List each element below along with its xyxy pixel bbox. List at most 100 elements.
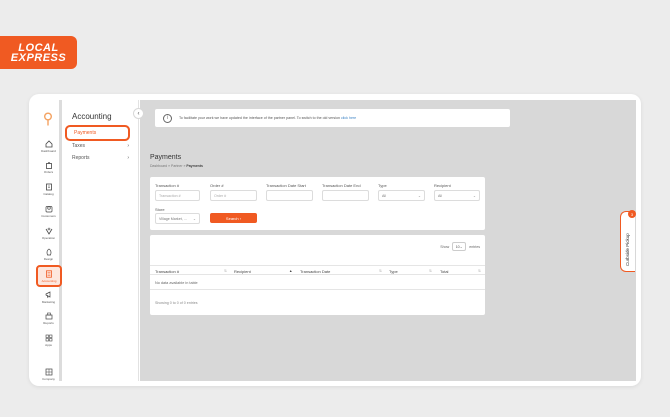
recipient-value: All	[438, 193, 442, 198]
order-label: Order #	[210, 183, 224, 188]
type-value: All	[382, 193, 386, 198]
collapse-sidebar-button[interactable]: ‹	[133, 108, 144, 119]
home-icon	[45, 140, 52, 148]
design-icon	[46, 248, 51, 256]
date-start-label: Transaction Date Start	[266, 183, 306, 188]
curbside-count-badge: 3	[628, 210, 636, 218]
rail-label: Catalog	[43, 192, 54, 196]
breadcrumb-current: Payments	[186, 164, 203, 168]
rail-item-apps[interactable]: Apps	[35, 334, 62, 347]
rail-label: Accounting	[41, 279, 57, 283]
logo-line-2: EXPRESS	[10, 51, 67, 64]
rail-label: Company	[42, 377, 55, 381]
rail-item-dashboard[interactable]: Dashboard	[35, 140, 62, 153]
entries-label: entries	[469, 244, 480, 249]
info-icon: i	[163, 113, 172, 123]
chevron-left-icon: ‹	[137, 110, 140, 117]
chevron-down-icon: ⌄	[417, 193, 421, 198]
submenu-item-payments[interactable]: Payments	[65, 125, 130, 141]
rail-label: Operation	[41, 236, 56, 240]
page-title: Payments	[150, 154, 182, 161]
marketing-icon	[45, 291, 50, 299]
rail-label: Reports	[43, 321, 54, 325]
date-end-label: Transaction Date End	[322, 183, 361, 188]
submenu-label: Taxes	[72, 143, 86, 149]
rail-label: Design	[43, 257, 54, 261]
chevron-right-icon: ›	[238, 215, 242, 221]
chevron-down-icon: ⌄	[192, 216, 196, 221]
sort-icon[interactable]: ⇅	[429, 269, 432, 273]
customers-icon	[45, 206, 52, 213]
transaction-input[interactable]: Transaction #	[155, 190, 200, 201]
accounting-submenu: Accounting Payments Taxes › Reports ›	[62, 100, 139, 381]
reports-icon	[45, 312, 52, 320]
store-select[interactable]: Village Market, ... ⌄	[155, 213, 200, 224]
column-header-date[interactable]: Transaction Date	[300, 269, 330, 274]
brand-logo: LOCAL EXPRESS	[0, 36, 77, 69]
entries-select[interactable]: 10 ⌄	[452, 242, 467, 251]
table-info: Showing 0 to 0 of 0 entries	[155, 301, 198, 305]
type-select[interactable]: All ⌄	[378, 190, 425, 201]
table-header: Transaction # ⇅ Recipient ▲ Transaction …	[150, 265, 485, 275]
rail-item-orders[interactable]: Orders	[35, 161, 62, 174]
recipient-label: Recipient	[434, 183, 451, 188]
show-label: Show	[440, 244, 450, 249]
sort-icon[interactable]: ⇅	[379, 269, 382, 273]
rail-item-company[interactable]: Company	[35, 368, 62, 381]
breadcrumb-path[interactable]: Dashboard » Partner »	[150, 164, 186, 168]
rail-item-design[interactable]: Design	[35, 248, 62, 261]
sort-icon[interactable]: ⇅	[224, 269, 227, 273]
curbside-pickup-tab[interactable]: Curbside Pickup	[620, 211, 635, 272]
page-length-control: Show 10 ⌄ entries	[440, 242, 480, 251]
apps-icon	[45, 334, 52, 342]
store-label: Store	[155, 207, 165, 212]
rail-item-catalog[interactable]: Catalog	[35, 183, 62, 196]
rail-item-reports[interactable]: Reports	[35, 312, 62, 325]
payments-table: Show 10 ⌄ entries Transaction # ⇅ Recipi…	[150, 235, 485, 315]
rail-item-marketing[interactable]: Marketing	[35, 291, 62, 304]
info-banner: i To facilitate your work we have update…	[155, 109, 510, 127]
icon-rail: Dashboard Orders Catalog Customers Opera…	[35, 100, 62, 381]
store-value: Village Market, ...	[159, 216, 187, 221]
filter-card: Transaction # Transaction # Order # Orde…	[150, 177, 485, 230]
column-header-total[interactable]: Total	[440, 269, 448, 274]
banner-text: To facilitate your work we have updated …	[179, 116, 340, 120]
date-end-input[interactable]	[322, 190, 369, 201]
order-input[interactable]: Order #	[210, 190, 257, 201]
sort-icon[interactable]: ⇅	[478, 269, 481, 273]
catalog-icon	[45, 183, 52, 191]
rail-label: Orders	[43, 170, 54, 174]
curbside-label: Curbside Pickup	[625, 233, 630, 266]
chevron-down-icon: ⌄	[472, 193, 476, 198]
type-label: Type	[378, 183, 387, 188]
submenu-label: Reports	[72, 155, 90, 161]
rail-item-customers[interactable]: Customers	[35, 205, 62, 218]
submenu-label: Payments	[74, 130, 97, 136]
recipient-select[interactable]: All ⌄	[434, 190, 480, 201]
chevron-right-icon: ›	[127, 155, 129, 161]
brand-mark-icon	[44, 112, 52, 126]
rail-label: Customers	[41, 214, 56, 218]
bag-icon	[45, 162, 52, 169]
rail-item-operation[interactable]: Operation	[35, 227, 62, 240]
rail-label: Apps	[45, 343, 52, 347]
column-header-recipient[interactable]: Recipient	[234, 269, 251, 274]
company-icon	[45, 368, 52, 376]
date-start-input[interactable]	[266, 190, 313, 201]
operation-icon	[45, 227, 52, 235]
old-version-link[interactable]: click here	[341, 116, 356, 120]
submenu-title: Accounting	[72, 112, 112, 121]
logo-line-1: LOCAL	[18, 41, 59, 54]
submenu-item-taxes[interactable]: Taxes ›	[69, 143, 132, 149]
rail-label: Dashboard	[41, 149, 56, 153]
sort-asc-icon[interactable]: ▲	[289, 269, 292, 273]
chevron-down-icon: ⌄	[459, 244, 463, 249]
rail-item-accounting[interactable]: Accounting	[36, 265, 62, 287]
accounting-icon	[46, 270, 52, 278]
search-button[interactable]: Search ›	[210, 213, 257, 223]
column-header-type[interactable]: Type	[389, 269, 398, 274]
column-header-transaction[interactable]: Transaction #	[155, 269, 179, 274]
submenu-item-reports[interactable]: Reports ›	[69, 155, 132, 161]
chevron-right-icon: ›	[127, 143, 129, 149]
empty-table-row: No data available in table	[150, 275, 485, 290]
